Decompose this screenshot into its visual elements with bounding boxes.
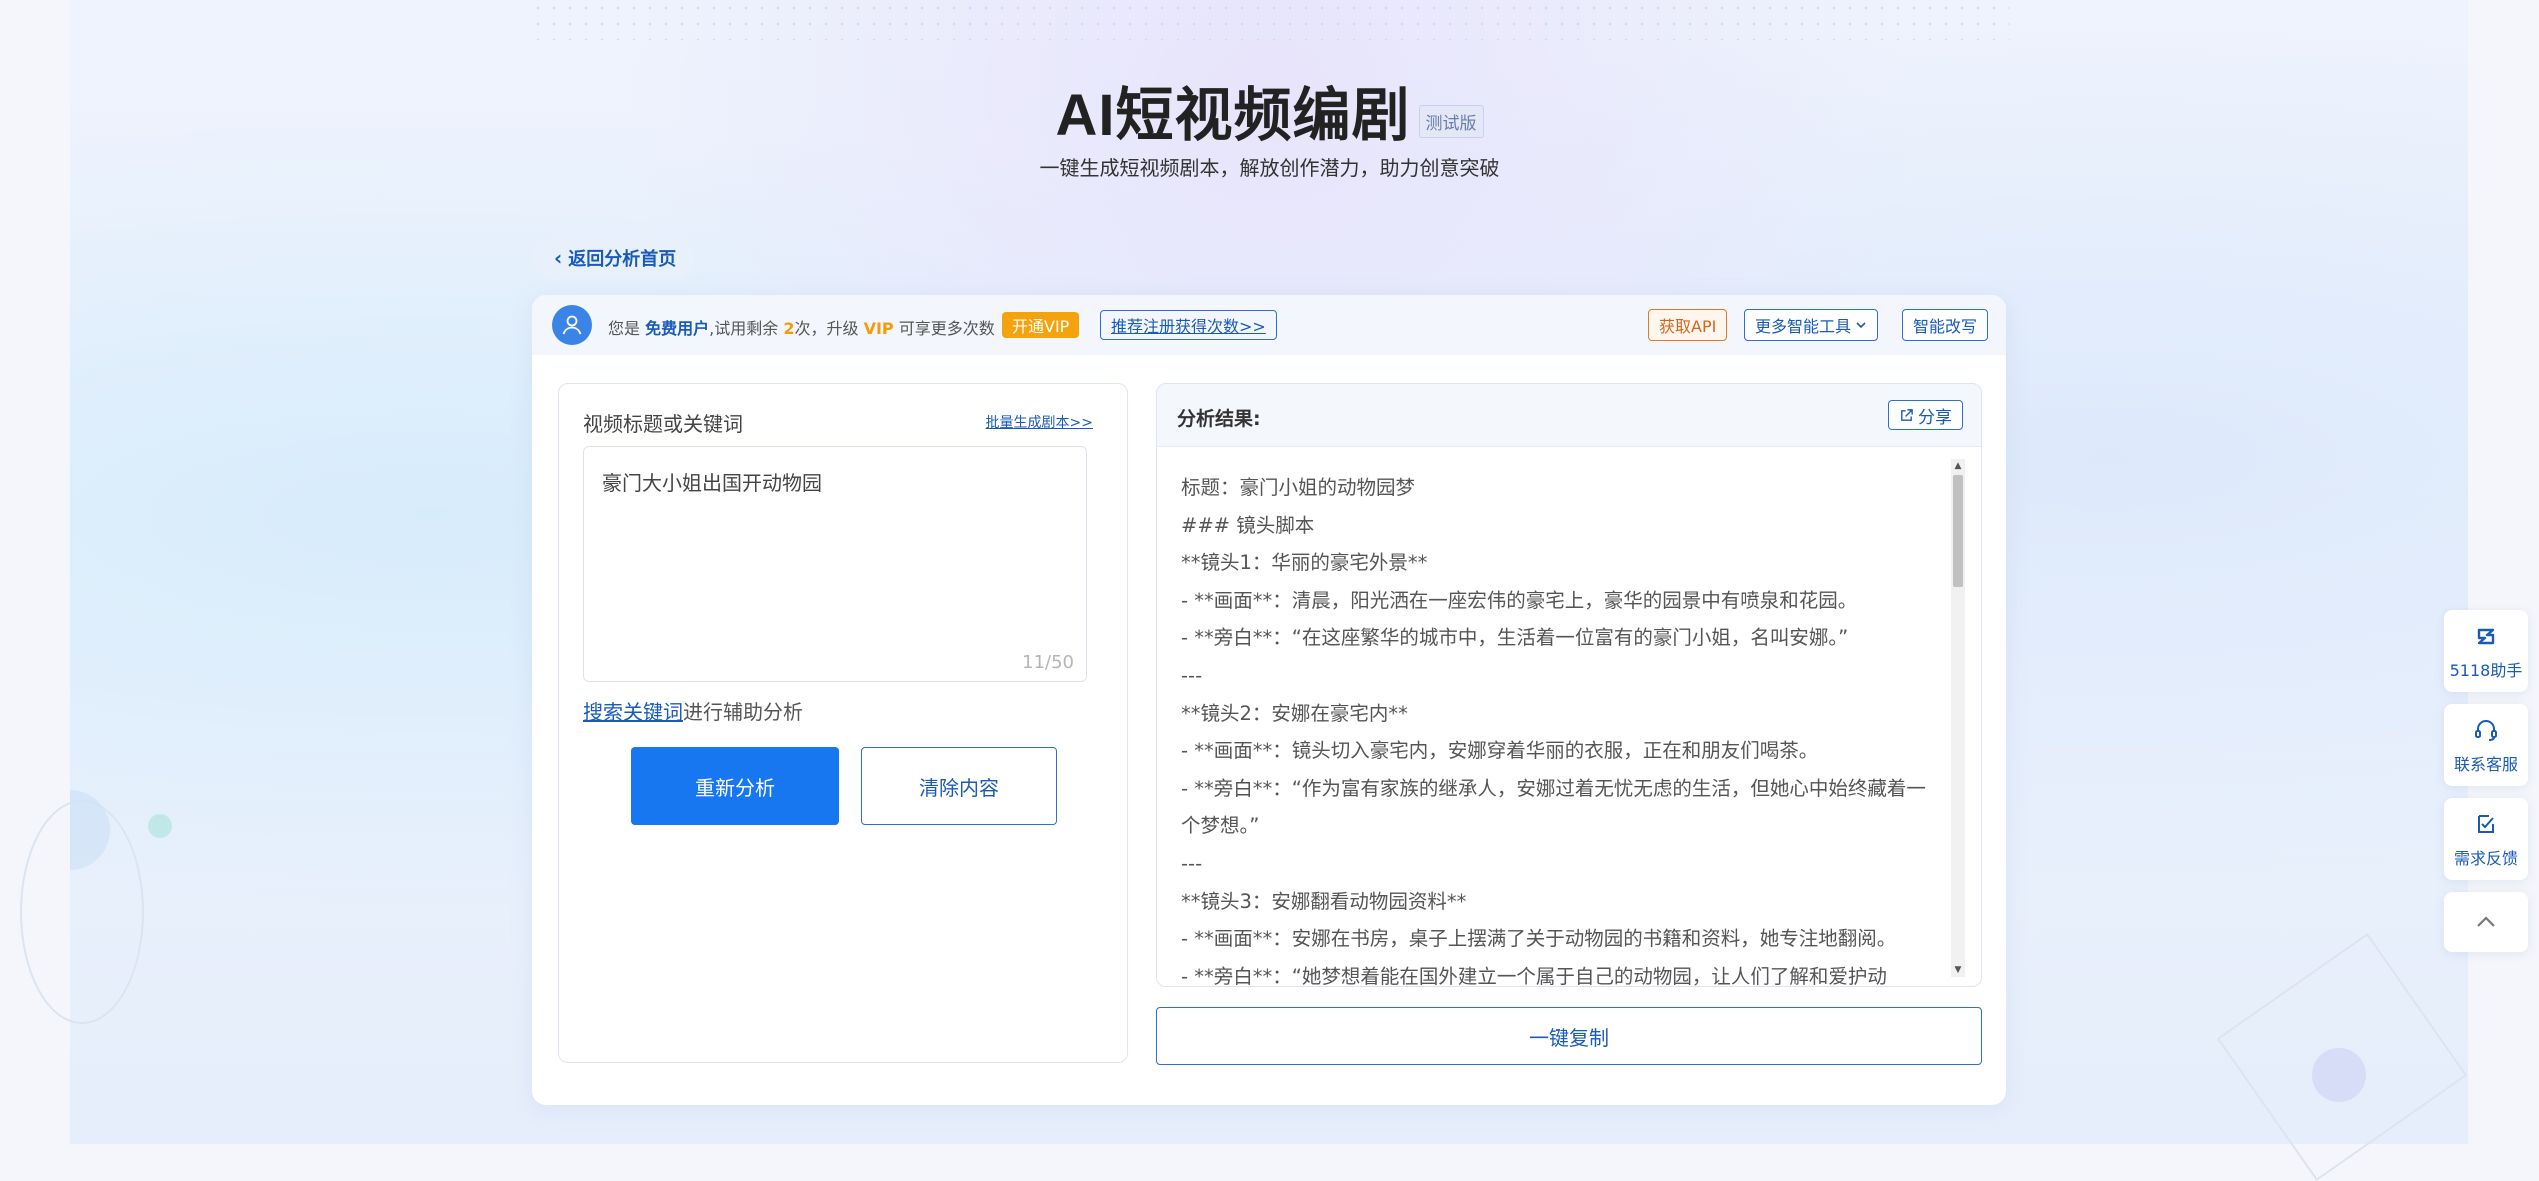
result-text: 标题：豪门小姐的动物园梦 ### 镜头脚本 **镜头1：华丽的豪宅外景** - … xyxy=(1181,469,1931,987)
invite-button[interactable]: 推荐注册获得次数>> xyxy=(1100,310,1277,340)
page-subtitle: 一键生成短视频剧本，解放创作潜力，助力创意突破 xyxy=(1039,156,1500,180)
more-tools-label: 更多智能工具 xyxy=(1755,317,1852,336)
page-title: AI短视频编剧 xyxy=(1055,83,1411,148)
share-icon xyxy=(1901,408,1913,421)
batch-generate-link[interactable]: 批量生成剧本>> xyxy=(986,412,1093,432)
user-bar: 您是 免费用户,试用剩余 2次，升级 VIP 可享更多次数 开通VIP 推荐注册… xyxy=(532,295,2006,355)
result-panel: 分析结果: 分享 标题：豪门小姐的动物园梦 ### 镜头脚本 **镜头1：华丽的… xyxy=(1156,383,1982,987)
result-line: - **旁白**：“在这座繁华的城市中，生活着一位富有的豪门小姐，名叫安娜。” xyxy=(1181,626,1849,650)
result-line: ### 镜头脚本 xyxy=(1181,513,1315,537)
upgrade-text: 次，升级 xyxy=(794,319,859,338)
scroll-thumb[interactable] xyxy=(1953,475,1963,587)
result-line: - **画面**：镜头切入豪宅内，安娜穿着华丽的衣服，正在和朋友们喝茶。 xyxy=(1181,739,1819,763)
result-line: **镜头3：安娜翻看动物园资料** xyxy=(1181,889,1467,913)
keyword-textarea[interactable]: 豪门大小姐出国开动物园 11/50 xyxy=(583,446,1087,682)
field-label: 视频标题或关键词 xyxy=(583,412,743,436)
result-line: - **画面**：清晨，阳光洒在一座宏伟的豪宅上，豪华的园景中有喷泉和花园。 xyxy=(1181,588,1858,612)
main-card: 您是 免费用户,试用剩余 2次，升级 VIP 可享更多次数 开通VIP 推荐注册… xyxy=(532,295,2006,1105)
smart-rewrite-button[interactable]: 智能改写 xyxy=(1902,309,1989,341)
char-counter: 11/50 xyxy=(1022,652,1074,673)
open-vip-button[interactable]: 开通VIP xyxy=(1002,312,1080,338)
user-status-text: 您是 免费用户,试用剩余 2次，升级 VIP 可享更多次数 xyxy=(608,315,995,339)
brand-5118-icon xyxy=(2477,628,2495,645)
scroll-up-icon[interactable]: ▲ xyxy=(1951,459,1965,473)
tool-label: 5118助手 xyxy=(2449,661,2523,680)
scroll-down-icon[interactable]: ▼ xyxy=(1951,963,1965,977)
tool-label: 需求反馈 xyxy=(2453,849,2518,868)
result-line: **镜头2：安娜在豪宅内** xyxy=(1181,701,1408,725)
avatar[interactable] xyxy=(552,305,592,345)
feedback-icon xyxy=(2478,815,2494,833)
user-type: 免费用户 xyxy=(645,319,710,338)
scrollbar[interactable]: ▲ ▼ xyxy=(1951,459,1965,977)
result-line: - **旁白**：“作为富有家族的继承人，安娜过着无忧无虑的生活，但她心中始终藏… xyxy=(1181,776,1926,838)
result-line: --- xyxy=(1181,663,1203,687)
more-times-text: 可享更多次数 xyxy=(898,319,995,338)
result-line: - **画面**：安娜在书房，桌子上摆满了关于动物园的书籍和资料，她专注地翻阅。 xyxy=(1181,927,1897,951)
page-header: AI短视频编剧 测试版 xyxy=(0,68,2539,152)
textarea-value: 豪门大小姐出国开动物园 xyxy=(602,471,822,495)
headset-icon xyxy=(2475,720,2497,741)
result-content[interactable]: 标题：豪门小姐的动物园梦 ### 镜头脚本 **镜头1：华丽的豪宅外景** - … xyxy=(1157,446,1981,987)
result-line: **镜头1：华丽的豪宅外景** xyxy=(1181,551,1428,575)
search-keyword-link[interactable]: 搜索关键词 xyxy=(583,700,683,724)
share-button[interactable]: 分享 xyxy=(1888,400,1963,430)
feedback-button[interactable]: 需求反馈 xyxy=(2444,798,2528,880)
result-line: 标题：豪门小姐的动物园梦 xyxy=(1181,476,1416,499)
clear-button[interactable]: 清除内容 xyxy=(861,747,1057,825)
reanalyze-button[interactable]: 重新分析 xyxy=(631,747,839,825)
customer-service-button[interactable]: 联系客服 xyxy=(2444,704,2528,786)
chevron-left-icon: ‹ xyxy=(554,246,563,270)
search-hint-suffix: 进行辅助分析 xyxy=(683,700,803,724)
input-panel: 视频标题或关键词 批量生成剧本>> 豪门大小姐出国开动物园 11/50 搜索关键… xyxy=(558,383,1128,1063)
result-line: --- xyxy=(1181,851,1203,875)
get-api-button[interactable]: 获取API xyxy=(1648,309,1728,341)
decorative-dot xyxy=(148,814,172,838)
back-to-top-button[interactable] xyxy=(2444,892,2528,952)
share-label: 分享 xyxy=(1918,407,1952,428)
dot-pattern xyxy=(530,0,2010,40)
result-line: - **旁白**：“她梦想着能在国外建立一个属于自己的动物园，让人们了解和爱护动 xyxy=(1181,964,1887,987)
result-label: 分析结果: xyxy=(1177,408,1261,430)
more-tools-button[interactable]: 更多智能工具 xyxy=(1744,309,1879,341)
search-hint: 搜索关键词进行辅助分析 xyxy=(583,696,803,725)
chevron-up-icon xyxy=(2477,916,2495,927)
beta-badge: 测试版 xyxy=(1418,104,1484,138)
remaining-count: 2 xyxy=(783,319,795,338)
vip-text: VIP xyxy=(863,319,894,338)
tool-label: 联系客服 xyxy=(2453,755,2518,774)
copy-all-button[interactable]: 一键复制 xyxy=(1156,1007,1982,1065)
assistant-5118-button[interactable]: 5118助手 xyxy=(2444,610,2528,692)
back-button-label: 返回分析首页 xyxy=(568,249,677,270)
user-icon xyxy=(562,315,582,335)
trial-text: ,试用剩余 xyxy=(709,319,779,338)
back-button[interactable]: ‹ 返回分析首页 xyxy=(532,236,695,280)
status-prefix: 您是 xyxy=(608,319,641,338)
chevron-down-icon xyxy=(1856,322,1866,329)
decorative-ball xyxy=(2312,1048,2366,1102)
